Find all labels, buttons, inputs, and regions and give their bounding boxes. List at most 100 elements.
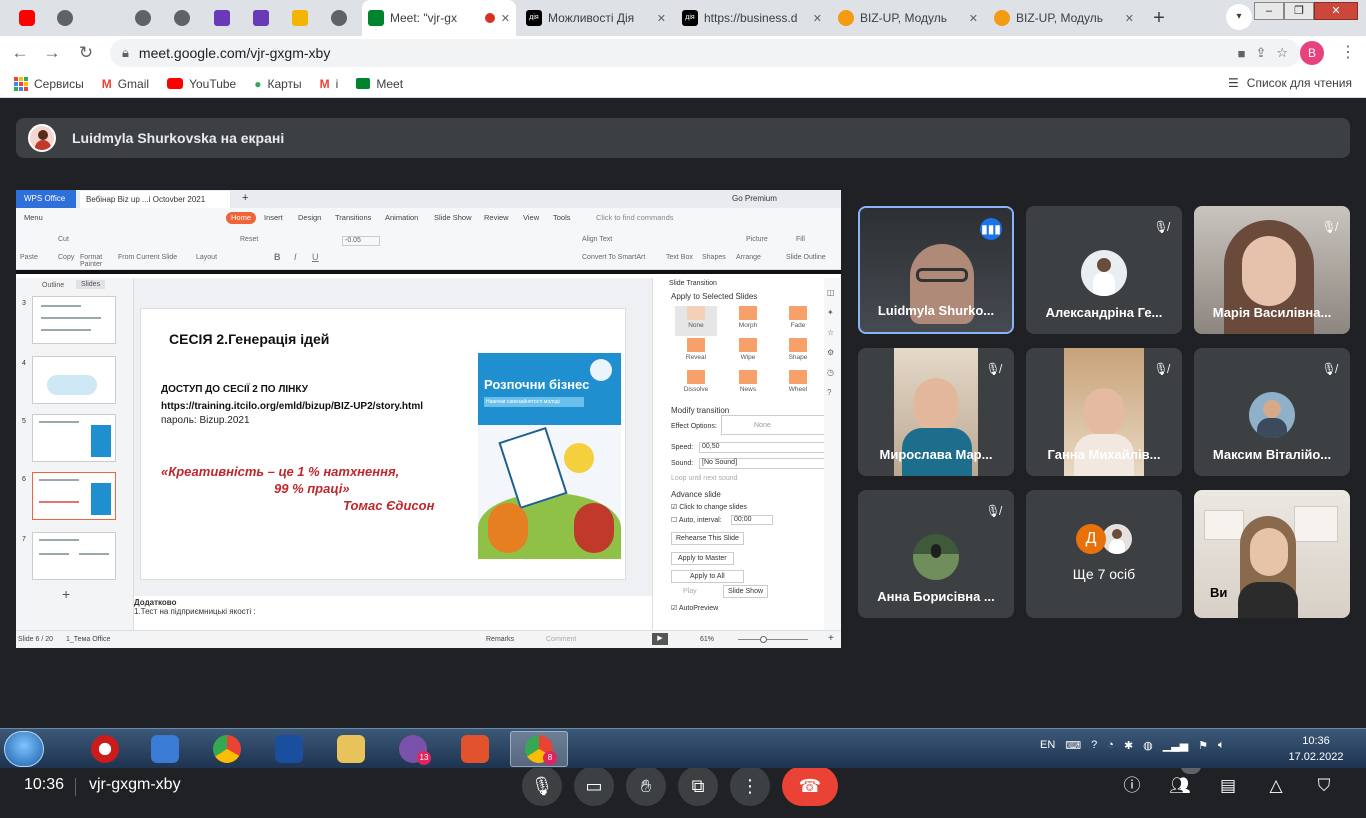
participant-tile[interactable]: ▮▮▮ Luidmyla Shurko...: [858, 206, 1014, 334]
remarks-button[interactable]: Remarks: [486, 636, 514, 643]
participant-tile[interactable]: 🎙︎̸ Анна Борисівна ...: [858, 490, 1014, 618]
antivirus-icon[interactable]: ✱: [1124, 739, 1133, 752]
effect-none[interactable]: None: [675, 306, 717, 336]
raise-hand-button[interactable]: ✋︎: [626, 766, 666, 806]
arrange-button[interactable]: Arrange: [736, 254, 761, 261]
taskbar-chrome-active[interactable]: 8: [510, 731, 568, 767]
bookmark-star-icon[interactable]: ☆: [1276, 45, 1288, 61]
share-icon[interactable]: ⇪: [1255, 45, 1266, 61]
close-icon[interactable]: ✕: [501, 12, 510, 25]
bookmark-gmail-i[interactable]: Mi: [320, 77, 339, 91]
participant-tile[interactable]: 🎙︎̸ Мирослава Мар...: [858, 348, 1014, 476]
settings-icon[interactable]: ⚙: [827, 348, 834, 357]
effect-reveal[interactable]: Reveal: [675, 338, 717, 368]
slide-show-button[interactable]: Slide Show: [723, 585, 769, 598]
tab-globe-1[interactable]: [46, 4, 84, 32]
loop-checkbox[interactable]: Loop until next sound: [671, 475, 738, 482]
flag-icon[interactable]: ⚑: [1198, 739, 1208, 752]
convert-smartart-button[interactable]: Convert To SmartArt: [582, 254, 645, 261]
bookmark-youtube[interactable]: YouTube: [167, 77, 236, 91]
close-icon[interactable]: ✕: [969, 12, 978, 25]
effect-fade[interactable]: Fade: [777, 306, 819, 336]
taskbar-chrome[interactable]: [200, 731, 254, 767]
from-current-slide-button[interactable]: From Current Slide: [118, 254, 177, 261]
minimize-button[interactable]: –: [1254, 2, 1284, 20]
close-icon[interactable]: ✕: [813, 12, 822, 25]
taskbar-wps[interactable]: [448, 731, 502, 767]
start-button[interactable]: [4, 731, 44, 767]
play-button[interactable]: Play: [683, 588, 697, 595]
participant-tile[interactable]: 🎙︎̸ Марія Василівна...: [1194, 206, 1350, 334]
zoom-in-icon[interactable]: +: [828, 633, 834, 644]
participant-tile[interactable]: 🎙︎̸ Александріна Ге...: [1026, 206, 1182, 334]
zoom-slider[interactable]: [738, 639, 808, 640]
effect-wheel[interactable]: Wheel: [777, 370, 819, 400]
volume-icon[interactable]: 🔈︎: [1218, 739, 1225, 752]
apply-all-button[interactable]: Apply to All: [671, 570, 744, 583]
tab-globe-3[interactable]: [163, 4, 201, 32]
tab-design[interactable]: Design: [298, 213, 321, 222]
new-tab-button[interactable]: +: [1146, 5, 1172, 31]
click-change-checkbox[interactable]: ☑ Click to change slides: [671, 503, 747, 511]
shapes-button[interactable]: Shapes: [702, 254, 726, 261]
paste-button[interactable]: Paste: [20, 254, 38, 261]
profile-avatar[interactable]: B: [1300, 41, 1324, 65]
present-button[interactable]: ⧉: [678, 766, 718, 806]
tab-search-button[interactable]: ▾: [1226, 4, 1252, 30]
cut-button[interactable]: Cut: [58, 236, 69, 243]
slide-thumbnail[interactable]: [32, 532, 116, 580]
taskbar-opera[interactable]: [78, 731, 132, 767]
zoom-slider-thumb[interactable]: [760, 636, 767, 643]
chat-button[interactable]: ▤: [1216, 774, 1240, 798]
slide-thumbnail[interactable]: [32, 356, 116, 404]
effect-shape[interactable]: Shape: [777, 338, 819, 368]
bookmark-services[interactable]: Сервисы: [14, 76, 84, 91]
host-controls-button[interactable]: ⛉: [1312, 774, 1336, 798]
people-button[interactable]: 👥︎: [1168, 774, 1192, 798]
go-premium[interactable]: Go Premium: [732, 194, 777, 203]
reading-list-button[interactable]: ☰ Список для чтения: [1228, 76, 1352, 90]
help-icon[interactable]: ?: [1091, 739, 1097, 752]
taskbar-save[interactable]: [262, 731, 316, 767]
tab-diia-1[interactable]: дія Можливості Дія ✕: [520, 4, 672, 32]
effect-wipe[interactable]: Wipe: [727, 338, 769, 368]
tab-slides-list[interactable]: Slides: [76, 280, 106, 289]
animation-icon[interactable]: ☆: [827, 328, 834, 337]
tab-view[interactable]: View: [523, 213, 539, 222]
layout-button[interactable]: Layout: [196, 254, 217, 261]
bookmark-gmail[interactable]: M Gmail: [102, 77, 149, 91]
tab-youtube[interactable]: [8, 4, 46, 32]
close-icon[interactable]: ✕: [657, 12, 666, 25]
tab-outline[interactable]: Outline: [42, 282, 64, 289]
wps-document-tab[interactable]: Вебінар Biz up ...i Octovber 2021: [80, 191, 230, 208]
taskbar-clock[interactable]: 10:36 17.02.2022: [1278, 733, 1354, 765]
menu-button[interactable]: Menu: [24, 213, 43, 222]
more-options-button[interactable]: ⋮: [730, 766, 770, 806]
interval-field[interactable]: 00:00: [731, 515, 773, 525]
back-button[interactable]: ←: [8, 41, 32, 65]
participant-tile[interactable]: 🎙︎̸ Максим Віталійо...: [1194, 348, 1350, 476]
add-slide-button[interactable]: +: [62, 586, 70, 602]
comment-button[interactable]: Comment: [546, 636, 576, 643]
network-icon[interactable]: ▁▃▅: [1163, 739, 1188, 752]
format-painter-button[interactable]: Format Painter: [80, 254, 104, 268]
apply-master-button[interactable]: Apply to Master: [671, 552, 734, 565]
bookmark-meet[interactable]: Meet: [356, 77, 403, 91]
tab-animation[interactable]: Animation: [385, 213, 418, 222]
effect-options-select[interactable]: None: [721, 415, 825, 435]
close-window-button[interactable]: ✕: [1314, 2, 1358, 20]
wps-app-tab[interactable]: WPS Office: [16, 190, 76, 208]
help-icon[interactable]: ?: [827, 388, 831, 397]
slide-thumbnail-selected[interactable]: [32, 472, 116, 520]
italic-button[interactable]: I: [294, 252, 297, 262]
tab-transitions[interactable]: Transitions: [335, 213, 371, 222]
keyboard-icon[interactable]: ⌨: [1065, 739, 1081, 752]
tab-forms-1[interactable]: [203, 4, 241, 32]
tab-globe-4[interactable]: [320, 4, 358, 32]
rehearse-button[interactable]: Rehearse This Slide: [671, 532, 744, 545]
autopreview-checkbox[interactable]: ☑ AutoPreview: [671, 604, 718, 612]
activities-button[interactable]: △: [1264, 774, 1288, 798]
tab-globe-2[interactable]: [124, 4, 162, 32]
transition-icon[interactable]: ◫: [827, 288, 835, 297]
slide-outline-button[interactable]: Slide Outline: [786, 254, 826, 261]
